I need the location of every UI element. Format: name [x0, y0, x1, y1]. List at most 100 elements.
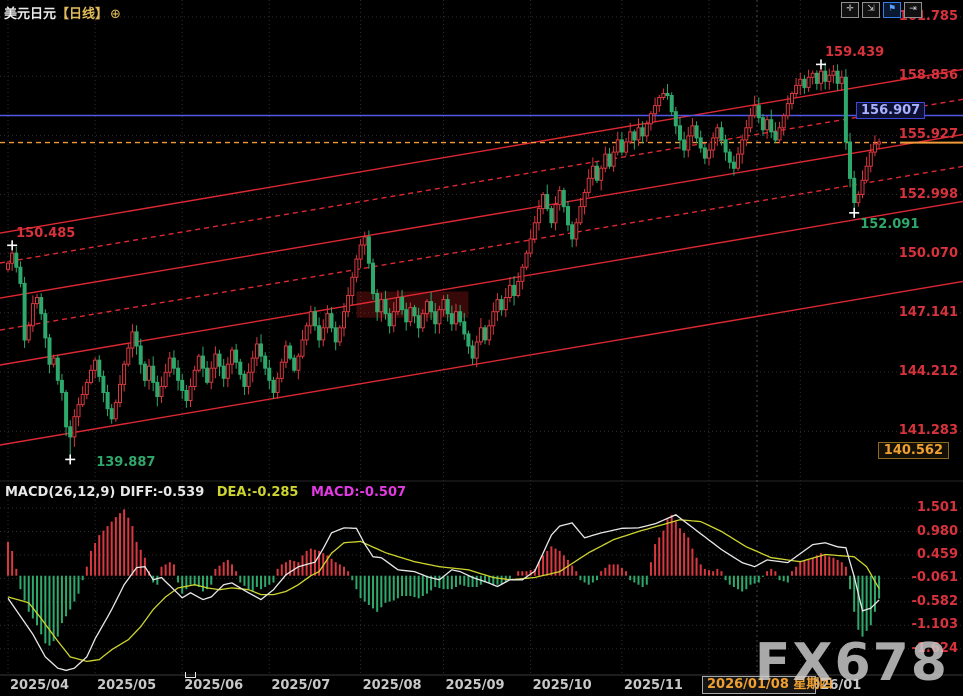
- chart-canvas[interactable]: [0, 0, 963, 696]
- candle: [500, 300, 503, 310]
- shift-right-button[interactable]: ⇥: [904, 2, 922, 18]
- x-axis-month-label: 2025/05: [97, 678, 156, 693]
- candle: [19, 267, 22, 283]
- candle: [226, 364, 229, 378]
- candle: [235, 350, 238, 362]
- candle: [591, 166, 594, 178]
- candle: [811, 73, 814, 77]
- candle: [687, 136, 690, 150]
- price-axis-tick: 158.856: [899, 68, 958, 83]
- candle: [604, 154, 607, 168]
- candle: [878, 142, 881, 144]
- candle: [172, 358, 175, 368]
- candle: [558, 191, 561, 205]
- candle: [840, 77, 843, 83]
- candle: [820, 71, 823, 83]
- candle: [508, 285, 511, 297]
- candle: [218, 354, 221, 366]
- candle: [446, 300, 449, 314]
- x-axis-month-label: 2025/07: [271, 678, 330, 693]
- candle: [641, 128, 644, 136]
- candle: [616, 140, 619, 152]
- candle: [463, 322, 466, 334]
- candle: [413, 308, 416, 316]
- candle: [849, 142, 852, 178]
- candle: [197, 356, 200, 370]
- candle: [7, 263, 10, 269]
- candle: [475, 342, 478, 358]
- add-indicator-icon[interactable]: ⊕: [110, 7, 121, 22]
- candle: [98, 360, 101, 376]
- pan-tool-button[interactable]: ✛: [841, 2, 859, 18]
- candle: [728, 152, 731, 162]
- candle: [376, 294, 379, 312]
- candle: [562, 191, 565, 207]
- alert-price-label[interactable]: 140.562: [878, 442, 949, 459]
- candle: [550, 209, 553, 223]
- candle: [546, 195, 549, 209]
- candle: [583, 193, 586, 207]
- candle: [645, 124, 648, 136]
- candle: [430, 302, 433, 312]
- price-axis-tick: 150.070: [899, 246, 958, 261]
- candle: [94, 360, 97, 370]
- candle: [48, 338, 51, 364]
- candle: [438, 310, 441, 324]
- macd-value: MACD:-0.507: [311, 485, 406, 500]
- candle: [529, 239, 532, 253]
- candle: [347, 296, 350, 312]
- scrollbar-handle[interactable]: [185, 672, 196, 678]
- candle: [695, 126, 698, 138]
- candle: [73, 417, 76, 437]
- candle: [15, 253, 18, 267]
- macd-axis-tick: -0.582: [911, 594, 958, 609]
- candle: [392, 312, 395, 326]
- candle: [861, 180, 864, 194]
- price-extreme-annotation: 139.887: [96, 455, 155, 470]
- candle: [255, 344, 258, 358]
- price-axis-tick: 141.283: [899, 423, 958, 438]
- candle: [77, 405, 80, 417]
- candle: [749, 116, 752, 128]
- candle: [815, 73, 818, 83]
- candle: [268, 368, 271, 380]
- candle: [633, 132, 636, 140]
- candle: [708, 150, 711, 158]
- blue-level-price-label[interactable]: 156.907: [856, 102, 925, 119]
- candle: [662, 94, 665, 98]
- candle: [795, 85, 798, 93]
- candle: [152, 366, 155, 382]
- candle: [284, 346, 287, 362]
- candle: [185, 391, 188, 401]
- candle: [343, 312, 346, 328]
- candle: [766, 120, 769, 130]
- candle: [620, 140, 623, 152]
- flag-marker-button[interactable]: ⚑: [883, 2, 901, 18]
- candle: [770, 120, 773, 132]
- macd-axis-tick: 0.459: [917, 547, 958, 562]
- axis-scale-button[interactable]: ⇲: [862, 2, 880, 18]
- candle: [177, 368, 180, 380]
- macd-layer[interactable]: [8, 509, 879, 670]
- candle: [828, 75, 831, 81]
- candle: [251, 358, 254, 372]
- candle: [297, 356, 300, 370]
- candle: [699, 138, 702, 148]
- price-axis-tick: 152.998: [899, 187, 958, 202]
- candle: [301, 340, 304, 356]
- candle: [666, 94, 669, 96]
- candle: [844, 77, 847, 142]
- candle: [421, 314, 424, 328]
- trend-channel[interactable]: [0, 69, 963, 445]
- candle: [355, 259, 358, 277]
- candle: [239, 362, 242, 374]
- candle: [127, 348, 130, 364]
- candle: [488, 326, 491, 340]
- candle: [156, 382, 159, 396]
- candle: [81, 395, 84, 405]
- candle: [649, 114, 652, 124]
- candle: [720, 128, 723, 140]
- candle: [434, 312, 437, 324]
- candle: [11, 253, 14, 263]
- candle: [106, 393, 109, 409]
